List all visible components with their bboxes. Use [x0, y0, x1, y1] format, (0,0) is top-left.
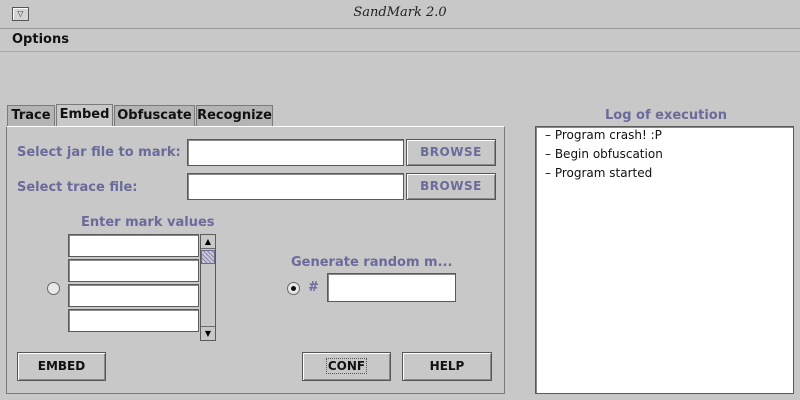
- mark-values-scrollbar[interactable]: ▲ ▼: [200, 234, 216, 341]
- random-mark-input[interactable]: [327, 273, 456, 302]
- random-mark-label: Generate random m...: [291, 255, 453, 270]
- log-item: – Program crash! :P: [545, 128, 662, 142]
- menu-options[interactable]: Options: [12, 32, 69, 47]
- scroll-thumb[interactable]: [201, 250, 215, 264]
- mark-values-label: Enter mark values: [81, 215, 215, 230]
- log-title: Log of execution: [605, 108, 727, 123]
- tab-recognize[interactable]: Recognize: [196, 105, 273, 126]
- jar-file-label: Select jar file to mark:: [17, 145, 181, 160]
- log-item: – Program started: [545, 166, 653, 180]
- mark-value-input[interactable]: [68, 284, 199, 307]
- scroll-up-icon[interactable]: ▲: [201, 235, 215, 249]
- window-title: SandMark 2.0: [353, 5, 447, 20]
- hash-label: #: [308, 280, 319, 295]
- mark-value-input[interactable]: [68, 234, 199, 257]
- help-button[interactable]: HELP: [402, 352, 492, 381]
- mark-value-input[interactable]: [68, 259, 199, 282]
- trace-file-label: Select trace file:: [17, 180, 138, 195]
- menu-bar: [0, 30, 800, 52]
- browse-trace-button[interactable]: BROWSE: [406, 173, 496, 200]
- mark-values-radio[interactable]: [47, 282, 60, 295]
- conf-button-label: CONF: [325, 358, 368, 374]
- random-mark-radio[interactable]: [287, 282, 300, 295]
- conf-button[interactable]: CONF: [302, 352, 391, 381]
- jar-file-input[interactable]: [187, 139, 404, 166]
- tab-trace[interactable]: Trace: [7, 105, 55, 126]
- tab-embed[interactable]: Embed: [56, 104, 113, 127]
- trace-file-input[interactable]: [187, 173, 404, 200]
- embed-button[interactable]: EMBED: [17, 352, 106, 381]
- log-item: – Begin obfuscation: [545, 147, 663, 161]
- scroll-down-icon[interactable]: ▼: [201, 326, 215, 340]
- tab-obfuscate[interactable]: Obfuscate: [114, 105, 195, 126]
- mark-value-input[interactable]: [68, 309, 199, 332]
- browse-jar-button[interactable]: BROWSE: [406, 139, 496, 166]
